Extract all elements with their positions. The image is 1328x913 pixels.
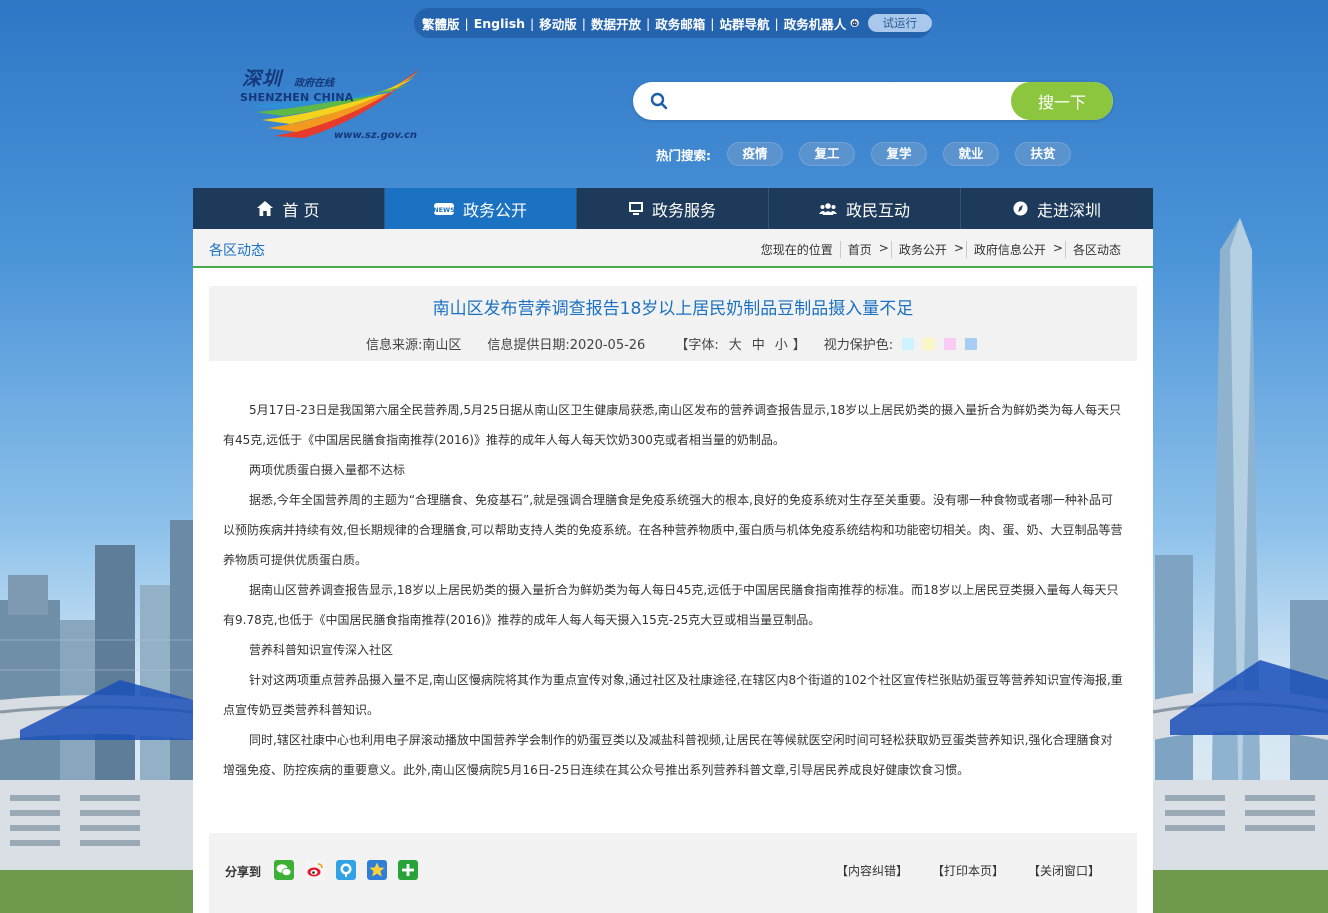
logo-url: www.sz.gov.cn <box>334 130 418 141</box>
hot-tag-employment[interactable]: 就业 <box>943 142 999 166</box>
breadcrumb: 您现在的位置 首页 > 政务公开 > 政府信息公开 > 各区动态 <box>761 241 1128 258</box>
nav-item-interaction[interactable]: 政民互动 <box>769 188 961 229</box>
people-icon <box>818 202 837 215</box>
eye-color-blue[interactable] <box>965 337 978 350</box>
close-window-link[interactable]: 【关闭窗口】 <box>1028 862 1100 879</box>
nav-item-gov-affairs[interactable]: NEWS 政务公开 <box>385 188 577 229</box>
article-paragraph: 同时,辖区社康中心也利用电子屏滚动播放中国营养学会制作的奶蛋豆类以及减盐科普视频… <box>223 733 1113 777</box>
hot-tag-epidemic[interactable]: 疫情 <box>727 142 783 166</box>
logo-chinese-name: 深圳 <box>242 68 283 90</box>
share-bar: 分享到 【内容纠错】 【打印本页】 【关闭窗口】 <box>209 833 1137 913</box>
top-link-bar: 繁體版 | English | 移动版 | 数据开放 | 政务邮箱 | 站群导航 | 政务机… <box>414 8 932 38</box>
link-open-data[interactable]: 数据开放 <box>591 14 641 33</box>
breadcrumb-gov-info[interactable]: 政府信息公开 <box>965 241 1053 258</box>
wechat-icon[interactable] <box>274 860 294 880</box>
section-bar: 各区动态 您现在的位置 首页 > 政务公开 > 政府信息公开 > 各区动态 <box>193 229 1153 268</box>
article-subheading: 两项优质蛋白摄入量都不达标 <box>249 463 406 477</box>
search-input[interactable] <box>677 86 1011 118</box>
share-label: 分享到 <box>225 865 262 879</box>
link-gov-robot[interactable]: 政务机器人 <box>784 14 847 33</box>
font-size-medium[interactable]: 中 <box>752 334 765 353</box>
share-icons <box>274 860 429 880</box>
star-icon[interactable] <box>367 860 387 880</box>
qzone-icon[interactable] <box>336 860 356 880</box>
search-icon <box>650 92 668 110</box>
link-site-nav[interactable]: 站群导航 <box>719 14 769 33</box>
svg-text:NEWS: NEWS <box>434 206 454 214</box>
nav-label: 政民互动 <box>845 200 910 220</box>
article-body: 5月17日-23日是我国第六届全民营养周,5月25日据从南山区卫生健康局获悉,南… <box>223 395 1123 785</box>
search-button[interactable]: 搜一下 <box>1011 82 1113 120</box>
article-subheading: 营养科普知识宣传深入社区 <box>249 643 394 657</box>
article-date: 信息提供日期:2020-05-26 <box>487 338 646 353</box>
plus-icon[interactable] <box>398 860 418 880</box>
breadcrumb-gov-affairs[interactable]: 政务公开 <box>890 241 954 258</box>
nav-label: 走进深圳 <box>1036 200 1101 220</box>
robot-icon[interactable] <box>850 14 859 32</box>
breadcrumb-label: 您现在的位置 <box>760 243 833 257</box>
weibo-icon[interactable] <box>305 860 325 880</box>
nav-item-visit-shenzhen[interactable]: 走进深圳 <box>961 188 1153 229</box>
link-mobile[interactable]: 移动版 <box>539 14 577 33</box>
article-paragraph: 据悉,今年全国营养周的主题为“合理膳食、免疫基石”,就是强调合理膳食是免疫系统强… <box>223 493 1123 567</box>
article-title: 南山区发布营养调查报告18岁以上居民奶制品豆制品摄入量不足 <box>432 299 914 319</box>
report-error-link[interactable]: 【内容纠错】 <box>836 862 908 879</box>
font-size-large[interactable]: 大 <box>729 334 742 353</box>
article-meta: 信息来源:南山区 信息提供日期:2020-05-26 【字体: 大 中 小 】 … <box>366 334 978 353</box>
section-title[interactable]: 各区动态 <box>209 240 265 260</box>
link-english[interactable]: English <box>474 16 525 31</box>
news-icon: NEWS <box>433 202 454 215</box>
breadcrumb-district-news[interactable]: 各区动态 <box>1064 241 1128 258</box>
hot-tag-resume-work[interactable]: 复工 <box>799 142 855 166</box>
font-size-small[interactable]: 小 <box>775 334 788 353</box>
nav-item-home[interactable]: 首 页 <box>193 188 385 229</box>
eye-color-pink[interactable] <box>944 337 957 350</box>
article-paragraph: 据南山区营养调查报告显示,18岁以上居民奶类的摄入量折合为鲜奶类为每人每日45克… <box>223 583 1119 627</box>
font-size-close: 】 <box>792 338 806 353</box>
hot-search-label: 热门搜索: <box>656 147 711 163</box>
nav-item-gov-services[interactable]: 政务服务 <box>577 188 769 229</box>
breadcrumb-home[interactable]: 首页 <box>839 241 879 258</box>
eye-protection-label: 视力保护色: <box>823 338 894 353</box>
print-page-link[interactable]: 【打印本页】 <box>932 862 1004 879</box>
logo-chinese-sub: 政府在线 <box>294 78 334 89</box>
article-header: 南山区发布营养调查报告18岁以上居民奶制品豆制品摄入量不足 信息来源:南山区 信… <box>209 286 1137 361</box>
article-paragraph: 5月17日-23日是我国第六届全民营养周,5月25日据从南山区卫生健康局获悉,南… <box>223 403 1122 447</box>
compass-icon <box>1013 201 1028 216</box>
link-traditional[interactable]: 繁體版 <box>422 14 460 33</box>
nav-label: 政务服务 <box>651 200 716 220</box>
nav-label: 政务公开 <box>462 200 527 220</box>
article-paragraph: 针对这两项重点营养品摄入量不足,南山区慢病院将其作为重点宣传对象,通过社区及社康… <box>223 673 1123 717</box>
page-actions: 【内容纠错】 【打印本页】 【关闭窗口】 <box>812 862 1100 879</box>
content-panel: 各区动态 您现在的位置 首页 > 政务公开 > 政府信息公开 > 各区动态 南山区发布… <box>193 229 1153 913</box>
search-box: 搜一下 <box>633 82 1113 120</box>
hot-tag-resume-school[interactable]: 复学 <box>871 142 927 166</box>
link-gov-mail[interactable]: 政务邮箱 <box>655 14 705 33</box>
monitor-icon <box>628 202 643 215</box>
eye-color-cyan[interactable] <box>902 337 915 350</box>
article-source: 信息来源:南山区 <box>366 338 462 353</box>
hot-searches: 热门搜索: 疫情 复工 复学 就业 扶贫 <box>656 142 1087 166</box>
eye-color-yellow[interactable] <box>923 337 936 350</box>
hot-tag-poverty-relief[interactable]: 扶贫 <box>1015 142 1071 166</box>
trial-badge[interactable]: 试运行 <box>867 14 932 32</box>
main-nav: 首 页 NEWS 政务公开 政务服务 政民互动 走进深圳 <box>193 188 1153 229</box>
font-size-label: 【字体: <box>675 338 719 353</box>
nav-label: 首 页 <box>282 200 320 220</box>
logo-english-name: SHENZHEN CHINA <box>240 91 354 104</box>
site-logo[interactable]: 深圳 政府在线 SHENZHEN CHINA www.sz.gov.cn <box>234 62 430 150</box>
home-icon <box>257 201 274 216</box>
